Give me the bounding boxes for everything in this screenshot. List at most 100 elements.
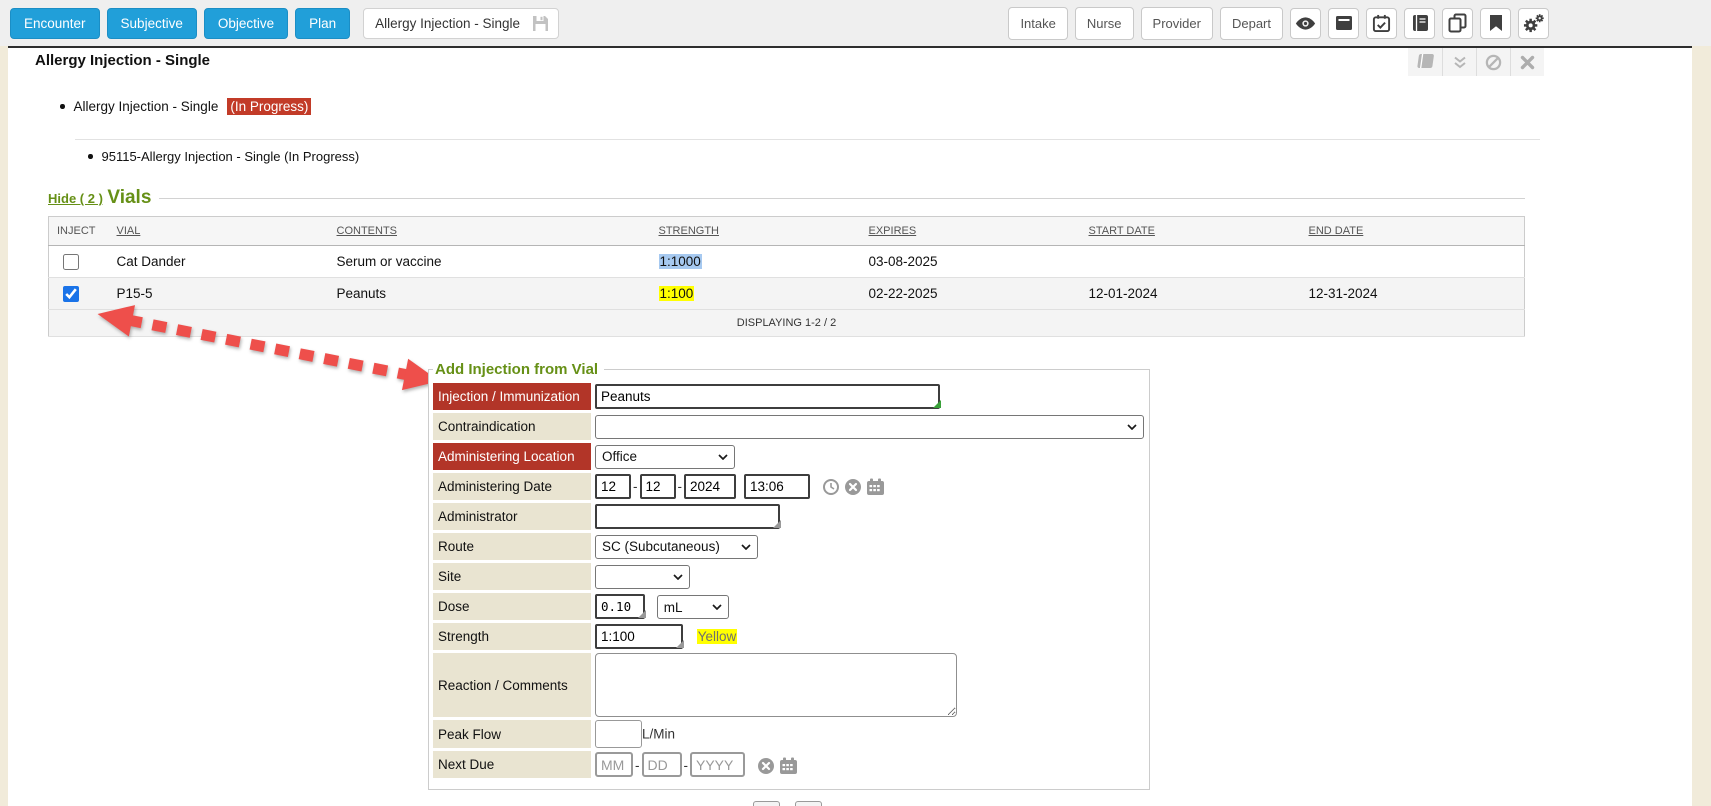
inject-checkbox[interactable]	[63, 286, 79, 302]
note-panel: Allergy Injection - Single	[8, 46, 1692, 806]
note-status-item: Allergy Injection - Single (In Progress)	[60, 98, 311, 115]
administering-location-select[interactable]: Office	[595, 445, 735, 469]
date-day-input[interactable]	[640, 474, 676, 499]
clock-icon[interactable]	[822, 478, 840, 496]
resize-grip-icon	[676, 640, 684, 648]
expires-cell: 02-22-2025	[861, 278, 1081, 310]
form-row: Administering Date --	[433, 473, 1145, 500]
form-row: Next Due - -	[433, 751, 1145, 778]
toolbar-right-group: Intake Nurse Provider Depart	[1008, 7, 1549, 40]
save-icon[interactable]	[532, 15, 549, 32]
calendar-check-icon	[1372, 14, 1391, 33]
objective-button[interactable]: Objective	[204, 8, 288, 39]
resize-grip-icon	[638, 610, 646, 618]
intake-button[interactable]: Intake	[1008, 7, 1067, 40]
date-year-input[interactable]	[684, 474, 736, 499]
administering-date-label: Administering Date	[433, 473, 591, 500]
selected-value: mL	[664, 600, 683, 615]
strength-input[interactable]	[595, 624, 683, 649]
eye-button[interactable]	[1290, 8, 1321, 39]
expires-cell: 03-08-2025	[861, 246, 1081, 278]
reaction-comments-label: Reaction / Comments	[433, 653, 591, 717]
next-due-month-input[interactable]	[595, 752, 633, 777]
page-title: Allergy Injection - Single	[35, 52, 210, 69]
site-label: Site	[433, 563, 591, 590]
panel-book-button[interactable]	[1408, 48, 1442, 76]
book-button[interactable]	[1404, 8, 1435, 39]
next-due-day-input[interactable]	[642, 752, 682, 777]
settings-button[interactable]	[1518, 8, 1549, 39]
dropdown-arrow-icon	[741, 544, 751, 550]
next-due-year-input[interactable]	[690, 752, 745, 777]
column-end-date[interactable]: END DATE	[1309, 225, 1364, 237]
time-input[interactable]	[744, 474, 810, 499]
start-date-cell	[1081, 246, 1301, 278]
ban-icon	[1485, 54, 1502, 71]
column-strength[interactable]: STRENGTH	[659, 225, 720, 237]
site-select[interactable]	[595, 565, 690, 589]
date-separator: -	[684, 758, 689, 773]
book-icon	[1411, 14, 1429, 32]
administrator-input[interactable]	[595, 504, 780, 529]
date-separator: -	[633, 479, 638, 494]
next-due-label: Next Due	[433, 751, 591, 778]
calendar-icon[interactable]	[779, 757, 798, 775]
contents-cell: Serum or vaccine	[329, 246, 651, 278]
strength-cell: 1:100	[659, 286, 695, 301]
provider-button[interactable]: Provider	[1141, 7, 1213, 40]
nurse-button[interactable]: Nurse	[1075, 7, 1134, 40]
administrator-label: Administrator	[433, 503, 591, 530]
clear-date-icon[interactable]	[757, 757, 775, 775]
hide-vials-link[interactable]: Hide ( 2 )	[48, 191, 103, 206]
toolbar-left-group: Encounter Subjective Objective Plan Alle…	[10, 8, 559, 39]
disable-button[interactable]	[1476, 48, 1510, 76]
subjective-button[interactable]: Subjective	[107, 8, 197, 39]
injection-immunization-label: Injection / Immunization	[433, 383, 591, 410]
injection-form: Injection / Immunization Contraindicatio…	[433, 380, 1145, 781]
screen: Encounter Subjective Objective Plan Alle…	[0, 0, 1711, 806]
partial-bottom-button-1[interactable]	[753, 801, 780, 806]
bullet-marker	[60, 104, 65, 109]
depart-button[interactable]: Depart	[1220, 7, 1283, 40]
active-note-tab[interactable]: Allergy Injection - Single	[363, 8, 559, 39]
dose-unit-select[interactable]: mL	[657, 595, 729, 619]
partial-bottom-button-2[interactable]	[795, 801, 822, 806]
copy-button[interactable]	[1442, 8, 1473, 39]
form-row: Route SC (Subcutaneous)	[433, 533, 1145, 560]
date-month-input[interactable]	[595, 474, 631, 499]
bookmark-button[interactable]	[1480, 8, 1511, 39]
calendar-icon[interactable]	[866, 478, 885, 496]
inject-checkbox[interactable]	[63, 254, 79, 270]
form-row: Dose mL	[433, 593, 1145, 620]
injection-immunization-input[interactable]	[595, 384, 940, 409]
end-date-cell	[1301, 246, 1525, 278]
tab-label: Allergy Injection - Single	[375, 16, 520, 31]
column-start-date[interactable]: START DATE	[1089, 225, 1155, 237]
add-injection-legend: Add Injection from Vial	[433, 361, 604, 378]
status-badge: (In Progress)	[227, 98, 311, 115]
dropdown-arrow-icon	[1127, 424, 1137, 430]
encounter-button[interactable]: Encounter	[10, 8, 100, 39]
column-contents[interactable]: CONTENTS	[337, 225, 398, 237]
date-separator: -	[635, 758, 640, 773]
archive-button[interactable]	[1328, 8, 1359, 39]
peak-flow-input[interactable]	[595, 720, 642, 748]
resize-grip-icon	[933, 400, 941, 408]
collapse-button[interactable]	[1442, 48, 1476, 76]
vials-title: Vials	[107, 187, 151, 208]
form-row: Administrator	[433, 503, 1145, 530]
dropdown-arrow-icon	[673, 574, 683, 580]
calendar-check-button[interactable]	[1366, 8, 1397, 39]
clear-date-icon[interactable]	[844, 478, 862, 496]
column-expires[interactable]: EXPIRES	[869, 225, 917, 237]
reaction-comments-textarea[interactable]	[595, 653, 957, 717]
contraindication-select[interactable]	[595, 415, 1144, 439]
close-button[interactable]	[1510, 48, 1544, 76]
route-select[interactable]: SC (Subcutaneous)	[595, 535, 758, 559]
plan-button[interactable]: Plan	[295, 8, 350, 39]
archive-icon	[1335, 14, 1353, 32]
peak-flow-unit: L/Min	[642, 727, 675, 742]
start-date-cell: 12-01-2024	[1081, 278, 1301, 310]
column-vial[interactable]: VIAL	[117, 225, 141, 237]
administering-location-label: Administering Location	[433, 443, 591, 470]
